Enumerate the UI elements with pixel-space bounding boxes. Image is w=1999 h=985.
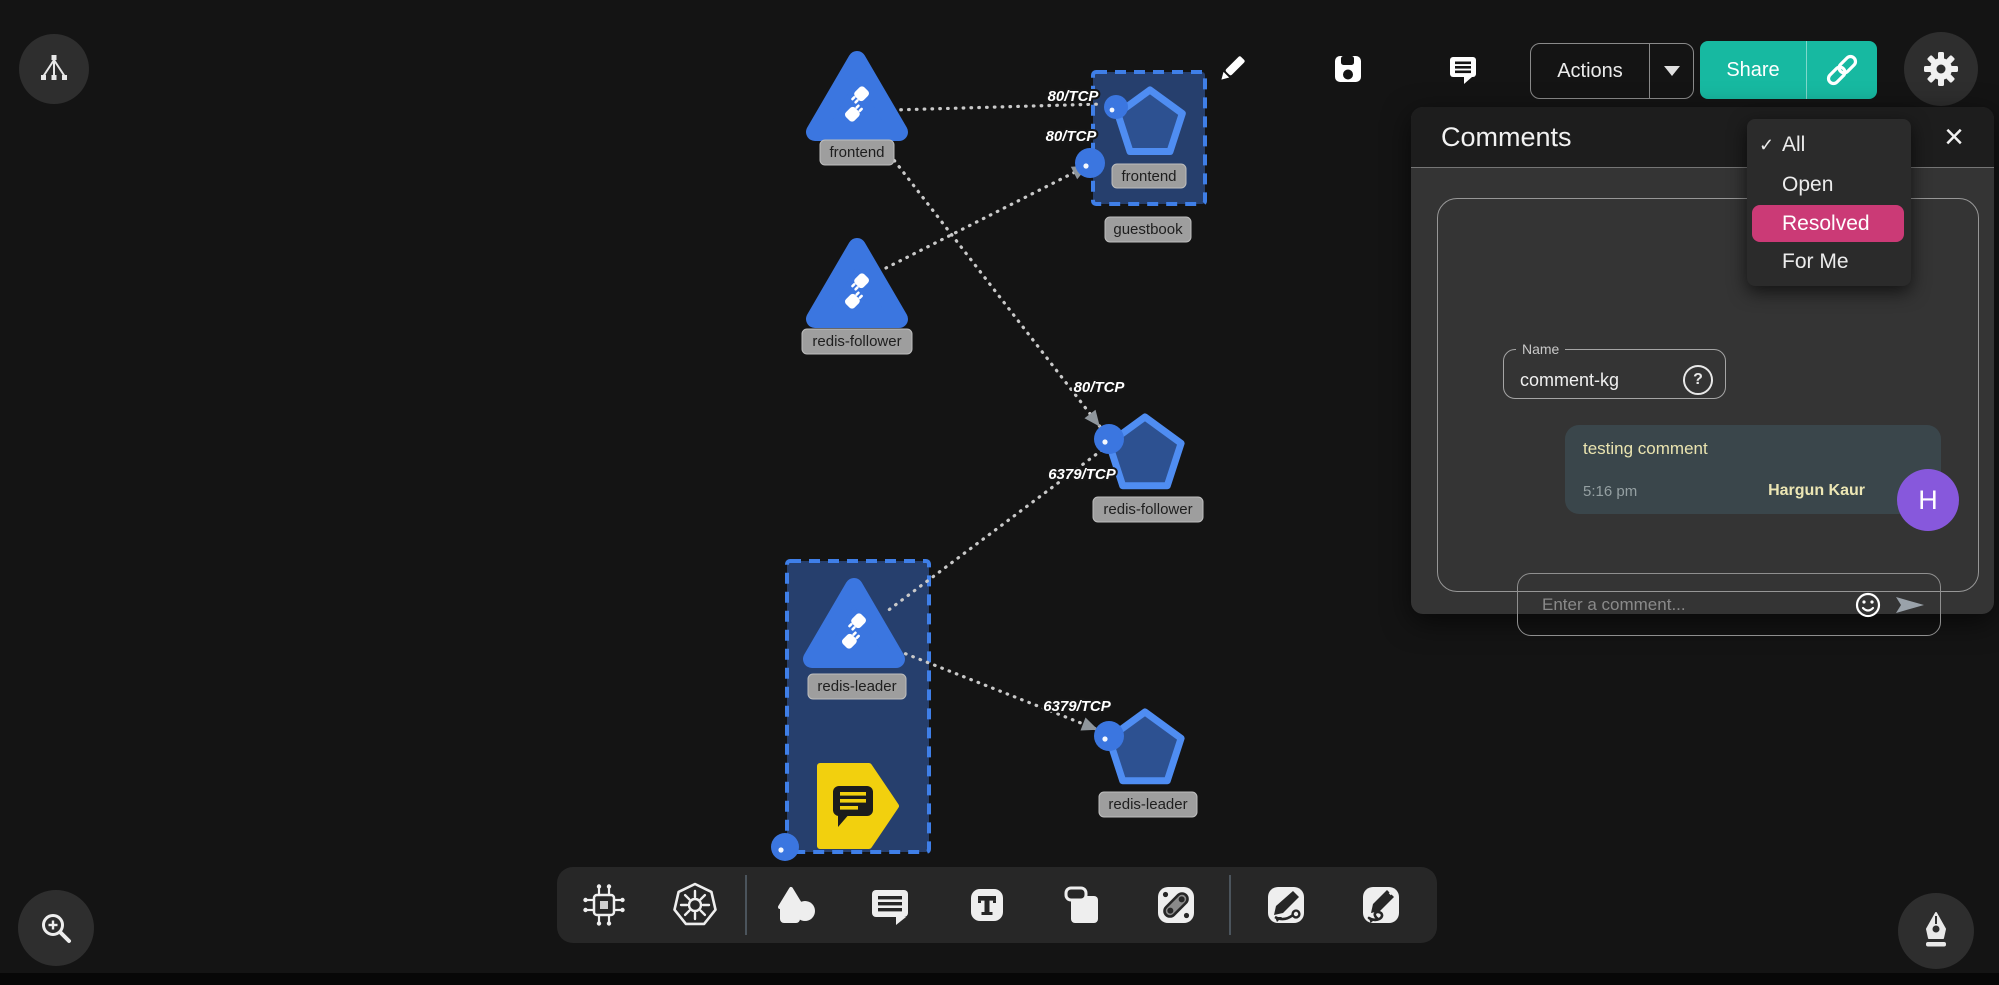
edge-frontend-to-redis-follower-svc[interactable]	[880, 142, 1101, 428]
app-logo-button[interactable]	[19, 34, 89, 104]
share-button[interactable]: Share	[1700, 41, 1877, 99]
bottom-toolbar	[557, 867, 1437, 943]
toolbar-divider	[745, 875, 747, 935]
port-circle[interactable]	[1094, 424, 1124, 454]
zoom-in-icon	[34, 906, 78, 950]
tool-note[interactable]	[1058, 881, 1106, 929]
svg-text:redis-follower: redis-follower	[1103, 501, 1192, 518]
edge-label-6379tcp: 6379/TCP	[1048, 466, 1117, 483]
comment-composer	[1517, 573, 1941, 636]
edge-redis-follower-to-frontend-svc[interactable]	[886, 168, 1083, 268]
label-chip-redis-follower-pod[interactable]: redis-follower	[802, 329, 912, 354]
kubernetes-icon	[671, 881, 719, 929]
edge-label-80tcp: 80/TCP	[1074, 379, 1126, 396]
tool-text[interactable]	[963, 881, 1011, 929]
comment-meta: 5:16 pm Hargun Kaur	[1583, 482, 1923, 500]
port-circle[interactable]	[1094, 721, 1124, 751]
bottom-edge-strip	[0, 973, 1999, 985]
check-icon: ✓	[1759, 125, 1774, 165]
edit-button[interactable]	[1214, 51, 1250, 87]
actions-dropdown-toggle[interactable]	[1650, 66, 1693, 76]
name-field-label: Name	[1516, 341, 1565, 357]
scribble-tool-icon	[1357, 881, 1405, 929]
pen-nib-icon	[1914, 909, 1958, 953]
edge-label-6379tcp: 6379/TCP	[1043, 698, 1112, 715]
node-frontend-pod[interactable]	[815, 60, 899, 132]
caret-down-icon	[1664, 66, 1680, 76]
filter-option-open[interactable]: Open	[1747, 165, 1911, 205]
actions-button[interactable]: Actions	[1530, 43, 1694, 99]
comments-toggle-button[interactable]	[1445, 51, 1481, 87]
comment-name-field: Name ?	[1503, 341, 1726, 399]
label-chip-redis-leader-service[interactable]: redis-leader	[1099, 792, 1197, 817]
port-circle[interactable]	[771, 833, 799, 861]
svg-text:redis-leader: redis-leader	[817, 678, 896, 695]
filter-option-label: Resolved	[1782, 212, 1870, 235]
emoji-icon[interactable]	[1854, 591, 1882, 619]
link-icon	[1820, 48, 1864, 92]
svg-text:redis-leader: redis-leader	[1108, 796, 1187, 813]
gear-icon	[1919, 47, 1963, 91]
tool-scribble[interactable]	[1357, 881, 1405, 929]
comment-text: testing comment	[1583, 439, 1923, 459]
hierarchy-tree-icon	[34, 49, 74, 89]
filter-option-for-me[interactable]: For Me	[1747, 242, 1911, 282]
comment-bubble-icon	[1445, 51, 1481, 87]
comment-time: 5:16 pm	[1583, 483, 1768, 500]
tool-shapes[interactable]	[773, 881, 821, 929]
send-icon[interactable]	[1894, 595, 1926, 615]
tool-link[interactable]	[1152, 881, 1200, 929]
pen-tool-icon	[1262, 881, 1310, 929]
label-chip-frontend-service[interactable]: frontend	[1112, 164, 1186, 188]
pencil-icon	[1214, 51, 1250, 87]
link-tool-icon	[1152, 881, 1200, 929]
save-button[interactable]	[1330, 51, 1366, 87]
settings-button[interactable]	[1904, 32, 1978, 106]
svg-text:frontend: frontend	[829, 144, 884, 161]
port-circle[interactable]	[1104, 95, 1128, 119]
help-icon[interactable]: ?	[1683, 365, 1713, 395]
text-tool-icon	[963, 881, 1011, 929]
label-chip-guestbook[interactable]: guestbook	[1105, 217, 1191, 242]
svg-text:guestbook: guestbook	[1113, 221, 1183, 238]
tool-comment[interactable]	[866, 881, 914, 929]
comment-input[interactable]	[1540, 594, 1854, 616]
floppy-disk-icon	[1330, 51, 1366, 87]
share-label: Share	[1700, 59, 1806, 82]
close-icon[interactable]: ×	[1944, 123, 1964, 151]
tool-infrastructure[interactable]	[580, 881, 628, 929]
filter-option-label: For Me	[1782, 250, 1849, 273]
tool-pen[interactable]	[1262, 881, 1310, 929]
circuit-icon	[580, 881, 628, 929]
avatar: H	[1897, 469, 1959, 531]
tool-kubernetes[interactable]	[671, 881, 719, 929]
comments-filter-menu: ✓ All Open Resolved For Me	[1747, 119, 1911, 286]
edge-label-80tcp: 80/TCP	[1048, 88, 1100, 105]
svg-text:frontend: frontend	[1121, 168, 1176, 185]
shapes-icon	[773, 881, 821, 929]
label-chip-redis-leader-pod[interactable]: redis-leader	[808, 674, 906, 699]
filter-option-all[interactable]: ✓ All	[1747, 125, 1911, 165]
node-redis-follower-service[interactable]	[1109, 417, 1181, 486]
comment-tool-icon	[866, 881, 914, 929]
draw-mode-button[interactable]	[1898, 893, 1974, 969]
comment-item: testing comment 5:16 pm Hargun Kaur	[1565, 425, 1941, 514]
toolbar-divider	[1229, 875, 1231, 935]
zoom-button[interactable]	[18, 890, 94, 966]
node-redis-follower-pod[interactable]	[815, 247, 899, 319]
name-input[interactable]	[1518, 369, 1662, 392]
app-window: frontend frontend guestbook redis-follow…	[0, 0, 1999, 985]
svg-text:redis-follower: redis-follower	[812, 333, 901, 350]
filter-option-label: All	[1782, 133, 1805, 156]
filter-option-resolved[interactable]: Resolved	[1752, 205, 1904, 242]
filter-option-label: Open	[1782, 173, 1833, 196]
actions-label: Actions	[1531, 60, 1649, 83]
copy-link-button[interactable]	[1807, 48, 1877, 92]
label-chip-frontend-pod[interactable]: frontend	[820, 140, 894, 165]
port-circle[interactable]	[1075, 148, 1105, 178]
note-tool-icon	[1058, 881, 1106, 929]
edge-label-80tcp: 80/TCP	[1046, 128, 1098, 145]
label-chip-redis-follower-service[interactable]: redis-follower	[1093, 497, 1203, 522]
